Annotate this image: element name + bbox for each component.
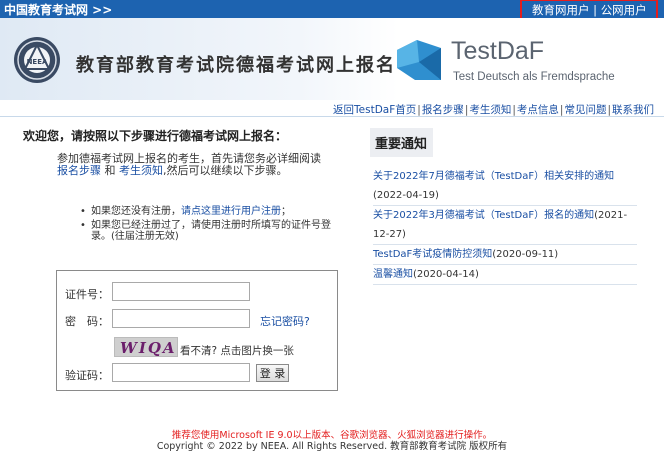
nav-separator: |: [464, 104, 469, 116]
captcha-text: WIQA: [120, 339, 177, 357]
captcha-refresh-hint: 看不清? 点击图片换一张: [180, 345, 294, 357]
browser-notice: 推荐您使用Microsoft IE 9.0以上版本、谷歌浏览器、火狐浏览器进行操…: [171, 430, 493, 441]
bullet-text: 如果您还没有注册，: [91, 206, 181, 217]
nav-separator: |: [607, 104, 611, 116]
copyright: Copyright © 2022 by NEEA. All Rights Res…: [156, 441, 508, 452]
notice-date: (2020-09-11): [492, 249, 559, 260]
intro-text-and: 和: [104, 164, 116, 177]
edu-user-link[interactable]: 教育网用户: [532, 3, 590, 17]
user-type-switch: 教育网用户 | 公网用户: [520, 0, 658, 20]
password-label: 密 码：: [65, 315, 109, 328]
list-item: • 如果您还没有注册，请点这里进行用户注册；: [80, 206, 340, 217]
top-bar: 中国教育考试网 >> 教育网用户 | 公网用户: [0, 0, 664, 20]
forgot-password-link[interactable]: 忘记密码?: [260, 313, 310, 329]
page-title: 教育部教育考试院德福考试网上报名: [76, 55, 396, 76]
list-item: • 如果您已经注册过了，请使用注册时所填写的证件号登录。(往届注册无效): [80, 220, 340, 242]
notice-link[interactable]: 温馨通知: [373, 269, 413, 280]
candidate-notice-link[interactable]: 考生须知: [119, 164, 163, 177]
instruction-list: • 如果您还没有注册，请点这里进行用户注册； • 如果您已经注册过了，请使用注册时所…: [80, 206, 340, 245]
notice-list: 关于2022年7月德福考试（TestDaF）相关安排的通知 (2022-04-19…: [373, 167, 637, 285]
nav-bar: 返回TestDaF首页|报名步骤|考生须知|考点信息|常见问题|联系我们: [0, 100, 664, 117]
nav-centers-link[interactable]: 考点信息: [517, 104, 559, 116]
public-user-link[interactable]: 公网用户: [601, 3, 647, 17]
list-item: TestDaF考试疫情防控须知(2020-09-11): [373, 245, 637, 265]
footer: 推荐您使用Microsoft IE 9.0以上版本、谷歌浏览器、火狐浏览器进行操…: [0, 430, 664, 452]
id-number-label: 证件号：: [65, 288, 109, 301]
password-input[interactable]: [112, 309, 250, 328]
steps-link[interactable]: 报名步骤: [57, 164, 101, 177]
captcha-image[interactable]: WIQA: [114, 337, 178, 357]
bullet-text: ；: [281, 206, 291, 217]
testdaf-brand-subtitle: Test Deutsch als Fremdsprache: [453, 71, 615, 83]
bullet-dot: •: [80, 220, 86, 231]
testdaf-brand-name: TestDaF: [451, 37, 545, 65]
list-item: 关于2022年7月德福考试（TestDaF）相关安排的通知 (2022-04-19…: [373, 167, 637, 206]
notice-link[interactable]: 关于2022年3月德福考试（TestDaF）报名的通知: [373, 210, 594, 221]
logo-text: NEEA: [27, 58, 48, 66]
captcha-input[interactable]: [112, 363, 250, 382]
header-banner: NEEA 教育部教育考试院德福考试网上报名 TestDaF Test Deuts…: [0, 18, 664, 100]
notices-title: 重要通知: [370, 128, 434, 157]
nav-notice-link[interactable]: 考生须知: [469, 104, 511, 116]
welcome-heading: 欢迎您，请按照以下步骤进行德福考试网上报名：: [23, 129, 288, 143]
login-button[interactable]: 登 录: [256, 364, 289, 382]
nav-contact-link[interactable]: 联系我们: [612, 104, 654, 116]
user-separator: |: [589, 3, 601, 17]
notice-date: (2022-04-19): [373, 190, 439, 201]
nav-steps-link[interactable]: 报名步骤: [422, 104, 464, 116]
bullet-text: 如果您已经注册过了，请使用注册时所填写的证件号登录。(往届注册无效): [91, 220, 331, 242]
notice-date: (2020-04-14): [413, 269, 479, 280]
testdaf-logo-icon: [397, 40, 441, 80]
captcha-label: 验证码：: [65, 369, 109, 382]
login-form: 证件号： 密 码： 忘记密码? WIQA 看不清? 点击图片换一张 验证码： 登…: [56, 270, 338, 391]
id-number-input[interactable]: [112, 282, 250, 301]
nav-home-link[interactable]: 返回TestDaF首页: [333, 104, 416, 116]
neea-logo-icon: NEEA: [14, 37, 60, 83]
nav-separator: |: [559, 104, 564, 116]
list-item: 关于2022年3月德福考试（TestDaF）报名的通知(2021-12-27): [373, 206, 637, 245]
notices-panel: 重要通知 关于2022年7月德福考试（TestDaF）相关安排的通知 (2022-…: [370, 128, 660, 285]
notice-link[interactable]: TestDaF考试疫情防控须知: [373, 249, 492, 260]
site-name-link[interactable]: 中国教育考试网 >>: [4, 1, 112, 18]
list-item: 温馨通知(2020-04-14): [373, 265, 637, 285]
bullet-dot: •: [80, 206, 86, 217]
nav-faq-link[interactable]: 常见问题: [564, 104, 606, 116]
register-link[interactable]: 请点这里进行用户注册: [181, 206, 281, 217]
intro-text: 参加德福考试网上报名的考生，首先请您务必详细阅读 报名步骤 和 考生须知,然后可…: [57, 153, 332, 177]
nav-separator: |: [512, 104, 516, 116]
notice-link[interactable]: 关于2022年7月德福考试（TestDaF）相关安排的通知: [373, 171, 614, 182]
intro-text-end: ,然后可以继续以下步骤。: [163, 164, 288, 177]
nav-separator: |: [417, 104, 421, 116]
